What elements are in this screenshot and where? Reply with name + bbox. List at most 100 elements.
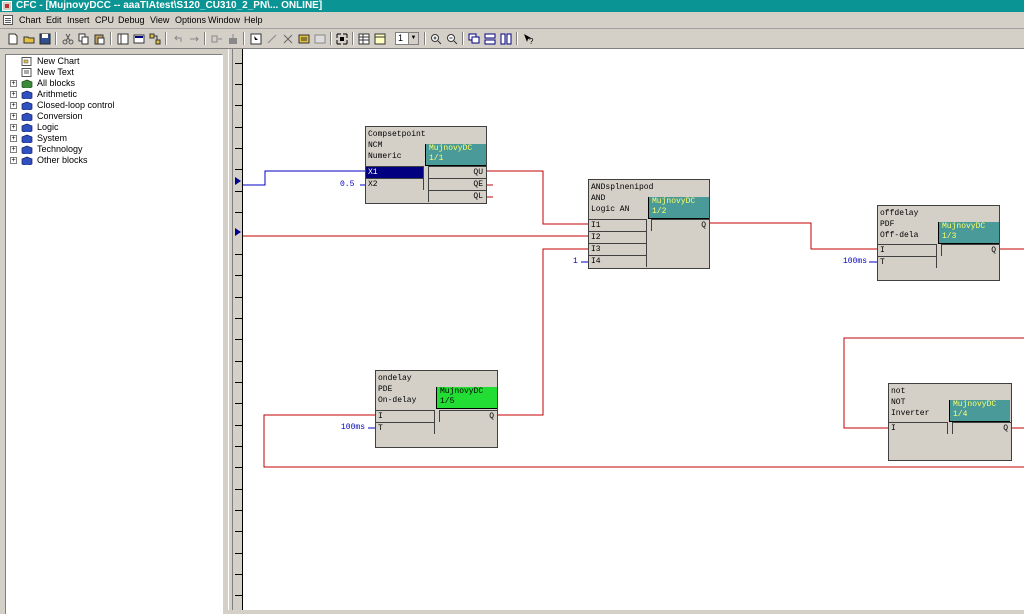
document-icon[interactable]	[3, 15, 13, 25]
chart-reference-icon[interactable]	[312, 31, 328, 46]
pin-i4[interactable]: I4	[589, 255, 647, 267]
cpu-name: MujnovyDC	[942, 222, 986, 231]
param-t-value[interactable]: 100ms	[341, 423, 365, 433]
expand-icon[interactable]: +	[10, 124, 17, 131]
menu-window[interactable]: Window	[207, 13, 241, 27]
tree-item-other-blocks[interactable]: + Other blocks	[6, 155, 221, 166]
connect-icon[interactable]	[264, 31, 280, 46]
overview-icon[interactable]	[131, 31, 147, 46]
tree-item-technology[interactable]: + Technology	[6, 144, 221, 155]
compile-icon[interactable]	[209, 31, 225, 46]
menu-edit[interactable]: Edit	[45, 13, 63, 27]
tree-item-conversion[interactable]: + Conversion	[6, 111, 221, 122]
download-icon[interactable]	[225, 31, 241, 46]
run-sequence-icon[interactable]	[147, 31, 163, 46]
param-x2-value[interactable]: 0.5	[340, 180, 354, 190]
cut-icon[interactable]	[60, 31, 76, 46]
pin-q[interactable]: Q	[952, 422, 1011, 434]
menu-cpu[interactable]: CPU	[94, 13, 115, 27]
chevron-down-icon[interactable]: ▼	[408, 33, 418, 44]
overview-sheet-icon[interactable]	[372, 31, 388, 46]
expand-icon[interactable]: +	[10, 113, 17, 120]
pin-q[interactable]: Q	[439, 410, 497, 422]
pin-i[interactable]: I	[376, 410, 435, 422]
folder-icon	[21, 101, 33, 110]
new-icon[interactable]	[5, 31, 21, 46]
pin-q[interactable]: Q	[941, 244, 999, 256]
menu-debug[interactable]: Debug	[117, 13, 146, 27]
cpu-name: MujnovyDC	[440, 387, 484, 396]
tree-item-arithmetic[interactable]: + Arithmetic	[6, 89, 221, 100]
param-i4-value[interactable]: 1	[573, 257, 578, 267]
pin-qe[interactable]: QE	[428, 178, 486, 190]
pin-ql[interactable]: QL	[428, 190, 486, 202]
param-t-value[interactable]: 100ms	[843, 257, 867, 267]
pin-qu[interactable]: QU	[428, 166, 486, 178]
pin-i[interactable]: I	[889, 422, 948, 434]
cascade-icon[interactable]	[466, 31, 482, 46]
interconnect-icon[interactable]	[296, 31, 312, 46]
expand-icon[interactable]: +	[10, 80, 17, 87]
menu-help[interactable]: Help	[243, 13, 264, 27]
tile-vertical-icon[interactable]	[498, 31, 514, 46]
undo-icon[interactable]	[170, 31, 186, 46]
pin-i2[interactable]: I2	[589, 231, 647, 243]
expand-icon[interactable]: +	[10, 135, 17, 142]
tree-item-new-text[interactable]: New Text	[6, 67, 221, 78]
zoom-out-icon[interactable]	[444, 31, 460, 46]
folder-icon	[21, 90, 33, 99]
sheet-number-select[interactable]: 1 ▼	[395, 32, 419, 45]
redo-icon[interactable]	[186, 31, 202, 46]
pin-i1[interactable]: I1	[589, 219, 647, 231]
pin-t[interactable]: T	[878, 256, 937, 268]
tree-item-new-chart[interactable]: New Chart	[6, 56, 221, 67]
tile-horizontal-icon[interactable]	[482, 31, 498, 46]
sheet-bar-left	[233, 49, 243, 610]
pin-i[interactable]: I	[878, 244, 937, 256]
block-comment: On-delay	[378, 396, 417, 405]
tree-item-all-blocks[interactable]: + All blocks	[6, 78, 221, 89]
save-icon[interactable]	[37, 31, 53, 46]
block-ondelay[interactable]: ondelay PDE On-delay MujnovyDC 1/5 I T Q	[375, 370, 498, 448]
tree-item-logic[interactable]: + Logic	[6, 122, 221, 133]
tree-item-system[interactable]: + System	[6, 133, 221, 144]
menu-options[interactable]: Options	[174, 13, 207, 27]
pin-i3[interactable]: I3	[589, 243, 647, 255]
expand-icon[interactable]: +	[10, 157, 17, 164]
paste-icon[interactable]	[92, 31, 108, 46]
expand-icon[interactable]: +	[10, 91, 17, 98]
tree-item-closed-loop-control[interactable]: + Closed-loop control	[6, 100, 221, 111]
context-help-icon[interactable]: ?	[520, 31, 536, 46]
tree-item-label: Logic	[37, 122, 59, 132]
sheet-bar-marker[interactable]	[235, 228, 241, 236]
block-not[interactable]: not NOT Inverter MujnovyDC 1/4 I Q	[888, 383, 1012, 461]
catalog-tree[interactable]: New Chart New Text + All blocks + Arithm…	[5, 54, 223, 614]
pin-t[interactable]: T	[376, 422, 435, 434]
catalog-icon[interactable]	[115, 31, 131, 46]
pin-x1[interactable]: X1	[366, 166, 424, 178]
cpu-assignment: MujnovyDC 1/3	[938, 222, 999, 244]
select-icon[interactable]	[248, 31, 264, 46]
zoom-in-icon[interactable]	[428, 31, 444, 46]
expand-icon[interactable]: +	[10, 102, 17, 109]
copy-icon[interactable]	[76, 31, 92, 46]
menu-view[interactable]: View	[149, 13, 170, 27]
pin-x2[interactable]: X2	[366, 178, 424, 190]
open-icon[interactable]	[21, 31, 37, 46]
block-andsplnenipod[interactable]: ANDsplnenipod AND Logic AN MujnovyDC 1/2…	[588, 179, 710, 269]
delete-connection-icon[interactable]	[280, 31, 296, 46]
app-icon[interactable]	[2, 1, 12, 11]
folder-icon	[21, 145, 33, 154]
sheet-view-icon[interactable]	[356, 31, 372, 46]
block-name: ANDsplnenipod	[591, 183, 654, 192]
cfc-chart-area[interactable]: Compsetpoint NCM Numeric MujnovyDC 1/1 X…	[233, 49, 1024, 610]
block-compsetpoint[interactable]: Compsetpoint NCM Numeric MujnovyDC 1/1 X…	[365, 126, 487, 204]
sheet-bar-marker[interactable]	[235, 177, 241, 185]
menu-insert[interactable]: Insert	[66, 13, 91, 27]
fit-view-icon[interactable]	[334, 31, 350, 46]
menu-chart[interactable]: Chart	[18, 13, 42, 27]
block-offdelay[interactable]: offdelay PDF Off-dela MujnovyDC 1/3 I T …	[877, 205, 1000, 281]
pin-q[interactable]: Q	[651, 219, 709, 231]
expand-icon[interactable]: +	[10, 146, 17, 153]
folder-icon	[21, 134, 33, 143]
